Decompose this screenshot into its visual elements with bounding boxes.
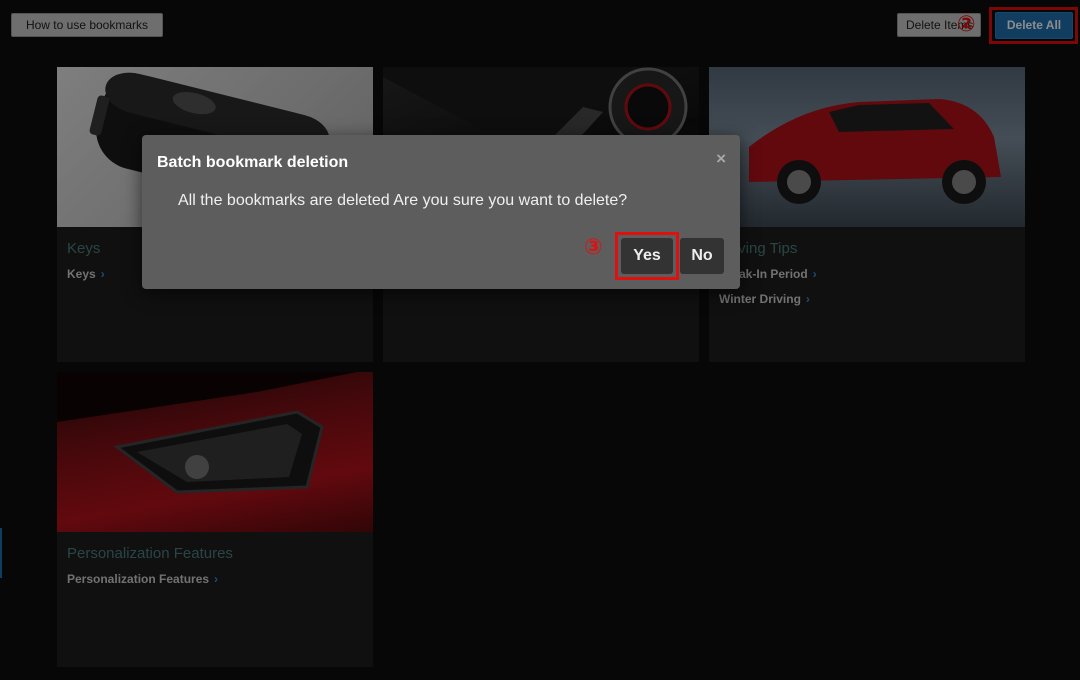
close-icon[interactable]: ×: [716, 149, 726, 169]
modal-overlay: [0, 0, 1080, 680]
batch-delete-dialog: Batch bookmark deletion × All the bookma…: [142, 135, 740, 289]
yes-button[interactable]: Yes: [621, 238, 673, 274]
dialog-title: Batch bookmark deletion: [157, 154, 349, 171]
no-button[interactable]: No: [680, 238, 724, 274]
step-3-marker: ③: [584, 234, 603, 259]
dialog-message: All the bookmarks are deleted Are you su…: [178, 192, 628, 209]
